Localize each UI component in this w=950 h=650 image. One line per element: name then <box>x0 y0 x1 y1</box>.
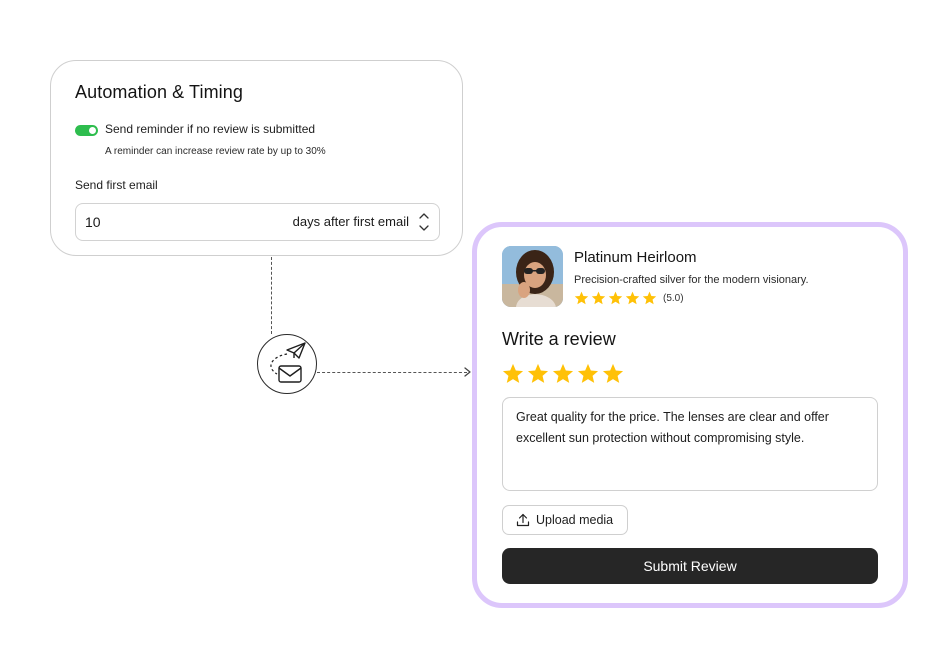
paper-plane-icon <box>286 342 306 359</box>
product-rating: (5.0) <box>574 291 684 305</box>
review-card: Platinum Heirloom Precision-crafted silv… <box>472 222 908 608</box>
toggle-knob <box>89 127 96 134</box>
arrow-head-icon <box>464 367 471 377</box>
star-icon[interactable] <box>577 363 599 384</box>
star-rating-input[interactable] <box>502 363 624 384</box>
days-input[interactable]: 10 days after first email <box>75 203 440 241</box>
days-value: 10 <box>85 214 101 230</box>
reminder-toggle[interactable] <box>75 125 98 136</box>
product-name: Platinum Heirloom <box>574 249 697 266</box>
star-icon <box>608 291 623 305</box>
product-avatar <box>502 246 563 307</box>
rating-text: (5.0) <box>663 292 684 304</box>
reminder-hint: A reminder can increase review rate by u… <box>105 146 326 157</box>
envelope-icon <box>278 365 302 383</box>
star-icon <box>591 291 606 305</box>
horizontal-connector <box>317 372 467 373</box>
first-email-label: Send first email <box>75 178 158 192</box>
star-icon[interactable] <box>602 363 624 384</box>
write-review-title: Write a review <box>502 329 616 349</box>
submit-review-button[interactable]: Submit Review <box>502 548 878 584</box>
reminder-label: Send reminder if no review is submitted <box>105 122 316 136</box>
star-icon[interactable] <box>502 363 524 384</box>
automation-card: Automation & Timing Send reminder if no … <box>50 60 463 256</box>
star-icon[interactable] <box>527 363 549 384</box>
automation-title: Automation & Timing <box>75 82 243 102</box>
upload-media-label: Upload media <box>536 513 614 527</box>
email-node <box>257 334 317 394</box>
chevron-up-down-icon[interactable] <box>418 210 430 234</box>
review-textarea[interactable]: Great quality for the price. The lenses … <box>502 397 878 491</box>
star-icon <box>574 291 589 305</box>
star-icon <box>642 291 657 305</box>
vertical-connector <box>271 257 272 334</box>
star-icon[interactable] <box>552 363 574 384</box>
product-description: Precision-crafted silver for the modern … <box>574 274 809 286</box>
star-icon <box>625 291 640 305</box>
upload-icon <box>516 513 530 527</box>
days-suffix: days after first email <box>292 214 409 229</box>
upload-media-button[interactable]: Upload media <box>502 505 628 535</box>
